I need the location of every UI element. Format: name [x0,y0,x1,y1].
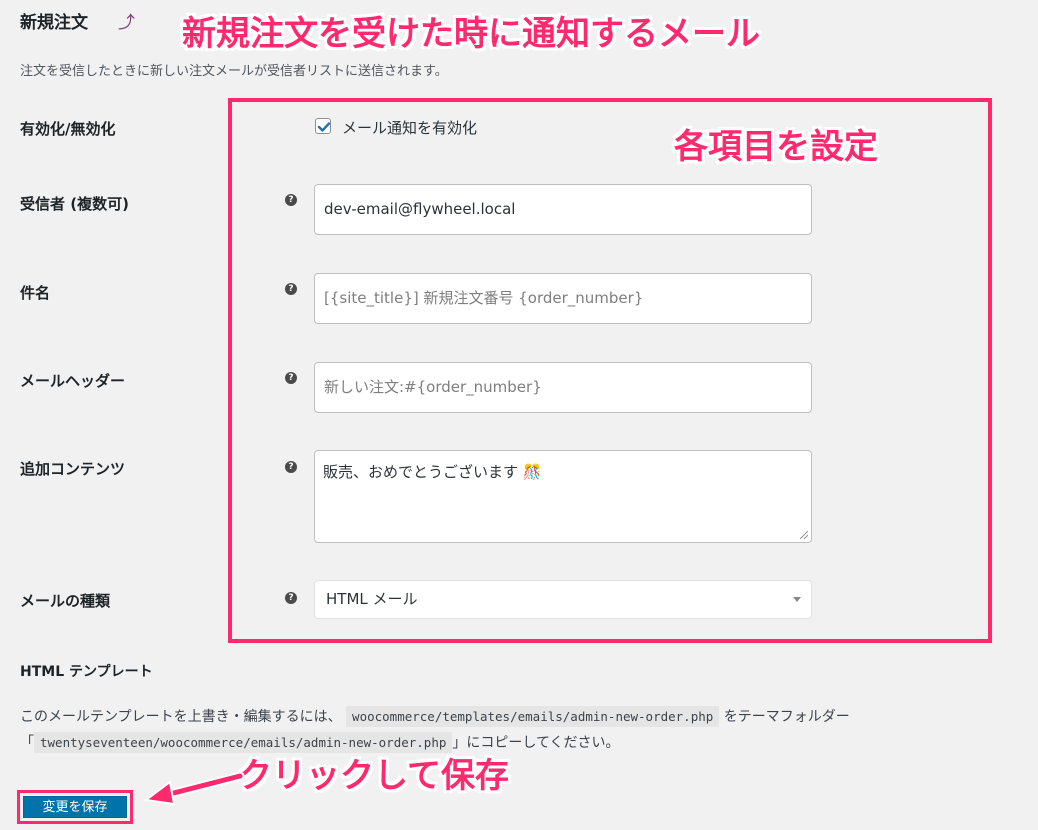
help-question-icon[interactable]: ? [285,194,297,206]
template-line1-suffix: をテーマフォルダー [723,709,850,725]
template-line-1: このメールテンプレートを上書き・編集するには、 woocommerce/temp… [20,706,850,727]
resize-handle-icon[interactable] [800,531,808,539]
label-additional-content: 追加コンテンツ [20,460,126,478]
additional-content-text: 販売、おめでとうございます 🎊 [323,463,542,481]
save-changes-button[interactable]: 変更を保存 [23,796,127,818]
template-line1-prefix: このメールテンプレートを上書き・編集するには、 [20,709,342,725]
help-question-icon[interactable]: ? [285,592,297,604]
label-subject: 件名 [20,284,51,302]
label-email-heading: メールヘッダー [20,372,126,390]
enable-checkbox-label[interactable]: メール通知を有効化 [342,117,477,138]
email-type-select[interactable]: HTML メール [314,580,812,619]
template-path-source: woocommerce/templates/emails/admin-new-o… [346,706,720,727]
help-question-icon[interactable]: ? [285,372,297,384]
chevron-down-icon [793,597,801,602]
label-enable: 有効化/無効化 [20,120,116,138]
annotation-title-note: 新規注文を受けた時に通知するメール [182,14,760,54]
enable-checkbox[interactable] [315,118,331,134]
page-description: 注文を受信したときに新しい注文メールが受信者リストに送信されます。 [20,64,448,79]
template-heading: HTML テンプレート [20,664,153,680]
annotation-settings-note: 各項目を設定 [674,127,878,167]
arrow-left-icon [143,771,245,806]
additional-content-textarea[interactable]: 販売、おめでとうございます 🎊 [314,450,812,543]
label-recipient: 受信者 (複数可) [20,195,129,213]
recipient-input[interactable]: dev-email@flywheel.local [314,184,812,235]
email-type-selected: HTML メール [326,590,418,608]
save-button-highlight: 変更を保存 [17,790,133,824]
help-question-icon[interactable]: ? [285,461,297,473]
label-email-type: メールの種類 [20,592,111,610]
annotation-save-note: クリックして保存 [238,756,509,796]
template-line2-prefix: 「 [20,735,34,751]
help-question-icon[interactable]: ? [285,283,297,295]
email-heading-input[interactable]: 新しい注文:#{order_number} [314,362,812,413]
subject-input[interactable]: [{site_title}] 新規注文番号 {order_number} [314,273,812,324]
upward-arrow-icon[interactable]: ⤴ [118,8,135,33]
page-title: 新規注文 [20,13,88,33]
checkmark-icon [317,122,331,132]
